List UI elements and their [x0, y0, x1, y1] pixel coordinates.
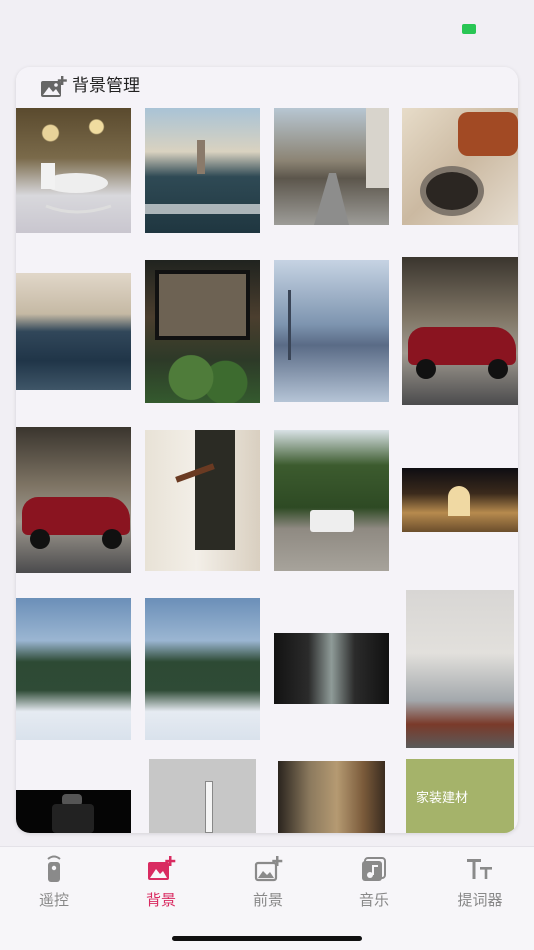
gallery-image-webcam-device[interactable] — [16, 790, 131, 833]
tab-remote[interactable]: 遥控 — [14, 855, 94, 911]
gallery-image-home-materials-poster[interactable]: 家装建材 — [406, 759, 514, 833]
tab-background-label: 背景 — [145, 891, 176, 909]
street-shape — [314, 108, 389, 225]
gallery-image-cafe-window-plants[interactable] — [145, 260, 260, 403]
tab-music[interactable]: 音乐 — [334, 855, 414, 911]
gallery-image-snowy-road[interactable] — [274, 260, 389, 402]
rocking-horse-shape — [41, 163, 112, 214]
gallery-image-rocking-horse[interactable] — [16, 108, 131, 233]
card-title: 背景管理 — [72, 76, 140, 96]
tab-music-label: 音乐 — [358, 891, 389, 909]
image-plus-icon — [148, 856, 176, 880]
gallery-image-food-bowl[interactable] — [402, 108, 518, 225]
gallery-image-night-gate[interactable] — [402, 468, 518, 532]
tab-teleprompter[interactable]: 提词器 — [440, 855, 520, 911]
gallery-image-office-room[interactable] — [406, 590, 514, 748]
gallery-image-white-jeep-forest[interactable] — [274, 430, 389, 571]
home-indicator — [172, 936, 362, 941]
text-size-icon — [467, 859, 492, 879]
tab-foreground-label: 前景 — [252, 891, 283, 909]
gallery-image-glass-door[interactable] — [274, 633, 389, 704]
gallery-image-red-sportscar[interactable] — [402, 257, 518, 405]
gallery-image-red-sportscar-2[interactable] — [16, 427, 131, 573]
tab-remote-label: 遥控 — [38, 891, 69, 909]
remote-icon — [47, 855, 61, 882]
battery-icon — [462, 24, 476, 34]
music-note-icon — [362, 857, 386, 881]
image-plus-outline-icon — [254, 856, 283, 882]
gallery-image-tree-lined-street[interactable] — [274, 108, 389, 225]
tab-teleprompter-label: 提词器 — [457, 891, 503, 909]
gallery-image-lighthouse-sea[interactable] — [145, 108, 260, 233]
gallery-image-boots-stairs[interactable] — [145, 430, 260, 571]
gallery-image-autumn-window[interactable] — [278, 761, 385, 833]
background-manager-card: 背景管理 家装建材 — [16, 67, 518, 833]
image-plus-icon — [41, 76, 67, 97]
poster-caption: 家装建材 — [416, 791, 469, 806]
tab-background[interactable]: 背景 — [121, 855, 201, 911]
gallery-image-grey-device[interactable] — [149, 759, 256, 833]
bottom-tab-bar: 遥控 背景 前景 音乐 提词器 — [0, 846, 534, 950]
gallery-image-snowy-pines-2[interactable] — [145, 598, 260, 740]
card-header: 背景管理 — [16, 67, 518, 107]
gallery-image-city-waterfront[interactable] — [16, 273, 131, 390]
tab-foreground[interactable]: 前景 — [228, 855, 308, 911]
status-bar — [0, 0, 534, 58]
gallery-image-snowy-pines[interactable] — [16, 598, 131, 740]
